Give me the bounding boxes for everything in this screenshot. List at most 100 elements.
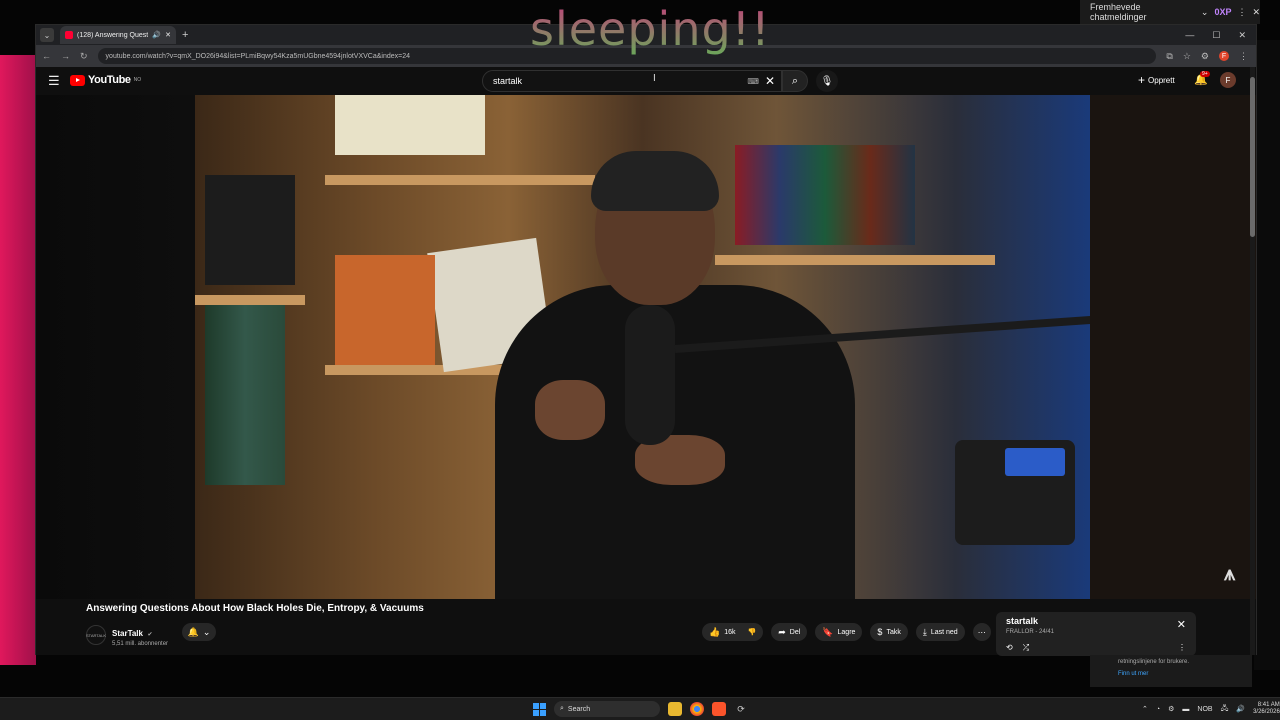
book bbox=[335, 255, 435, 365]
subscribed-button[interactable]: 🔔 ⌄ bbox=[182, 623, 216, 641]
chevron-down-icon: ⌄ bbox=[202, 626, 211, 637]
action-bar: 👍 16k 👎 ➦ Del 🔖 Lagre $ Takk ⤓ Last ned … bbox=[702, 623, 991, 641]
maximize-icon[interactable]: ☐ bbox=[1212, 30, 1220, 41]
startalk-watermark-icon: ⩚ bbox=[1224, 563, 1236, 585]
create-label: Opprett bbox=[1148, 75, 1175, 85]
scrollbar-thumb[interactable] bbox=[1250, 77, 1255, 237]
network-icon[interactable]: 🖧 bbox=[1221, 704, 1229, 715]
video-player[interactable]: ⩚ bbox=[36, 95, 1256, 599]
speaker-icon[interactable]: 🔊 bbox=[152, 31, 161, 39]
more-actions-button[interactable]: ⋯ bbox=[972, 623, 991, 641]
video-title: Answering Questions About How Black Hole… bbox=[86, 603, 424, 614]
tray-app-icon[interactable]: ⚙ bbox=[1168, 705, 1174, 713]
close-icon[interactable]: ✕ bbox=[1252, 7, 1260, 18]
clear-search-icon[interactable]: ✕ bbox=[765, 74, 775, 88]
browser-menu-icon[interactable]: ⋮ bbox=[1239, 51, 1248, 62]
tab-close-icon[interactable]: ✕ bbox=[165, 31, 171, 39]
tray-app-icon[interactable]: ◔ bbox=[1156, 706, 1160, 713]
channel-avatar[interactable]: STARTALK bbox=[86, 625, 106, 645]
taskbar-apps: ⌕ Search ⟳ bbox=[533, 701, 748, 717]
menu-icon[interactable]: ☰ bbox=[48, 73, 60, 89]
search-icon: ⌕ bbox=[791, 74, 799, 87]
notifications-button[interactable]: 🔔 9+ bbox=[1194, 71, 1210, 86]
new-tab-icon[interactable]: + bbox=[182, 29, 188, 41]
share-button[interactable]: ➦ Del bbox=[771, 623, 808, 641]
extensions-icon[interactable]: ⚙ bbox=[1201, 51, 1209, 62]
policy-hint: retningslinjene for brukere. Finn ut mer bbox=[1090, 655, 1252, 687]
notification-count: 9+ bbox=[1200, 71, 1210, 77]
youtube-logo[interactable]: YouTube NO bbox=[70, 74, 141, 86]
search-button[interactable]: ⌕ bbox=[782, 70, 808, 92]
system-tray: ⌃ ◔ ⚙ ▬ NOB 🖧 🔊 8:41 AM 3/26/2026 bbox=[1142, 702, 1280, 716]
app-icon[interactable]: ⟳ bbox=[734, 702, 748, 716]
desk-phone bbox=[955, 440, 1075, 545]
clock[interactable]: 8:41 AM 3/26/2026 bbox=[1253, 702, 1280, 716]
youtube-favicon-icon bbox=[65, 31, 73, 39]
channel-name[interactable]: StarTalk bbox=[112, 629, 143, 638]
brave-icon[interactable] bbox=[712, 702, 726, 716]
xp-badge: 0XP bbox=[1214, 7, 1232, 17]
browser-tab[interactable]: (128) Answering Questions 🔊 ✕ bbox=[60, 26, 176, 44]
page-scrollbar[interactable] bbox=[1250, 67, 1255, 655]
tab-search-icon[interactable]: ⌄ bbox=[40, 28, 54, 42]
save-button[interactable]: 🔖 Lagre bbox=[815, 623, 863, 641]
volume-icon[interactable]: 🔊 bbox=[1236, 705, 1245, 713]
thumbs-down-icon[interactable]: 👎 bbox=[748, 628, 757, 636]
language-indicator[interactable]: NOB bbox=[1197, 706, 1212, 713]
share-label: Del bbox=[789, 628, 801, 636]
text-cursor-icon: I bbox=[653, 73, 656, 84]
logo-text: YouTube bbox=[88, 74, 131, 86]
voice-search-button[interactable]: 🎙 bbox=[816, 70, 838, 92]
search-input[interactable]: startalk ⌨ ✕ bbox=[482, 70, 782, 92]
playlist-subtitle: FRALLOR - 24/41 bbox=[1006, 629, 1055, 635]
flag-icon[interactable]: ▬ bbox=[1182, 706, 1189, 713]
playlist-panel: startalk FRALLOR - 24/41 ✕ ⟲ ⤮ ⋮ bbox=[996, 612, 1196, 656]
youtube-header: ☰ YouTube NO startalk ⌨ ✕ ⌕ 🎙 I + Oppret… bbox=[36, 67, 1256, 95]
like-count: 16k bbox=[724, 628, 736, 636]
tab-title: (128) Answering Questions bbox=[77, 31, 149, 39]
like-button[interactable]: 👍 16k 👎 bbox=[702, 623, 764, 641]
channel-info[interactable]: STARTALK StarTalk ✔ 5,51 mill. abonnente… bbox=[86, 623, 168, 647]
reload-icon[interactable]: ↻ bbox=[80, 51, 88, 62]
taskbar-search[interactable]: ⌕ Search bbox=[554, 701, 660, 717]
bookmark-star-icon[interactable]: ☆ bbox=[1183, 51, 1191, 62]
chrome-icon[interactable] bbox=[690, 702, 704, 716]
verified-icon: ✔ bbox=[147, 632, 153, 638]
minimize-icon[interactable]: — bbox=[1185, 30, 1194, 41]
playlist-title[interactable]: startalk bbox=[1006, 616, 1038, 626]
download-button[interactable]: ⤓ Last ned bbox=[915, 623, 965, 641]
thumbs-up-icon: 👍 bbox=[709, 626, 721, 637]
file-explorer-icon[interactable] bbox=[668, 702, 682, 716]
featured-chat-notification[interactable]: Fremhevede chatmeldinger ⌄ 0XP ⋮ ✕ bbox=[1080, 0, 1260, 24]
window-close-icon[interactable]: ✕ bbox=[1238, 30, 1246, 41]
youtube-page: ☰ YouTube NO startalk ⌨ ✕ ⌕ 🎙 I + Oppret… bbox=[36, 67, 1256, 656]
forward-icon[interactable]: → bbox=[61, 51, 70, 61]
playlist-more-icon[interactable]: ⋮ bbox=[1178, 643, 1186, 652]
hair bbox=[591, 151, 719, 211]
thanks-icon: $ bbox=[877, 627, 883, 637]
desktop-wallpaper bbox=[0, 55, 36, 665]
more-icon[interactable]: ⋮ bbox=[1237, 7, 1246, 18]
back-icon[interactable]: ← bbox=[42, 51, 51, 61]
keyboard-icon[interactable]: ⌨ bbox=[747, 77, 759, 86]
taskbar: ⌕ Search ⟳ ⌃ ◔ ⚙ ▬ NOB 🖧 🔊 8:41 AM 3/26/… bbox=[0, 697, 1280, 720]
playlist-close-icon[interactable]: ✕ bbox=[1177, 618, 1186, 631]
url-text: youtube.com/watch?v=qmX_DO26i94&list=PLm… bbox=[105, 52, 411, 60]
video-frame[interactable] bbox=[195, 95, 1090, 599]
loop-icon[interactable]: ⟲ bbox=[1006, 643, 1013, 653]
subscriber-count: 5,51 mill. abonnenter bbox=[112, 641, 169, 647]
bookmark-icon: 🔖 bbox=[822, 626, 834, 637]
person bbox=[495, 135, 855, 599]
avatar[interactable]: F bbox=[1220, 72, 1236, 88]
windows-start-icon[interactable] bbox=[533, 702, 546, 716]
share-icon: ➦ bbox=[778, 626, 786, 637]
create-button[interactable]: + Opprett bbox=[1138, 73, 1175, 87]
install-icon[interactable]: ⧉ bbox=[1166, 51, 1172, 62]
bell-icon: 🔔 bbox=[187, 626, 199, 637]
profile-icon[interactable]: F bbox=[1219, 51, 1229, 61]
thanks-button[interactable]: $ Takk bbox=[870, 623, 908, 641]
learn-more-link[interactable]: Finn ut mer bbox=[1118, 671, 1224, 677]
mug bbox=[205, 175, 295, 285]
tray-chevron-icon[interactable]: ⌃ bbox=[1142, 705, 1148, 713]
shuffle-icon[interactable]: ⤮ bbox=[1023, 643, 1029, 653]
